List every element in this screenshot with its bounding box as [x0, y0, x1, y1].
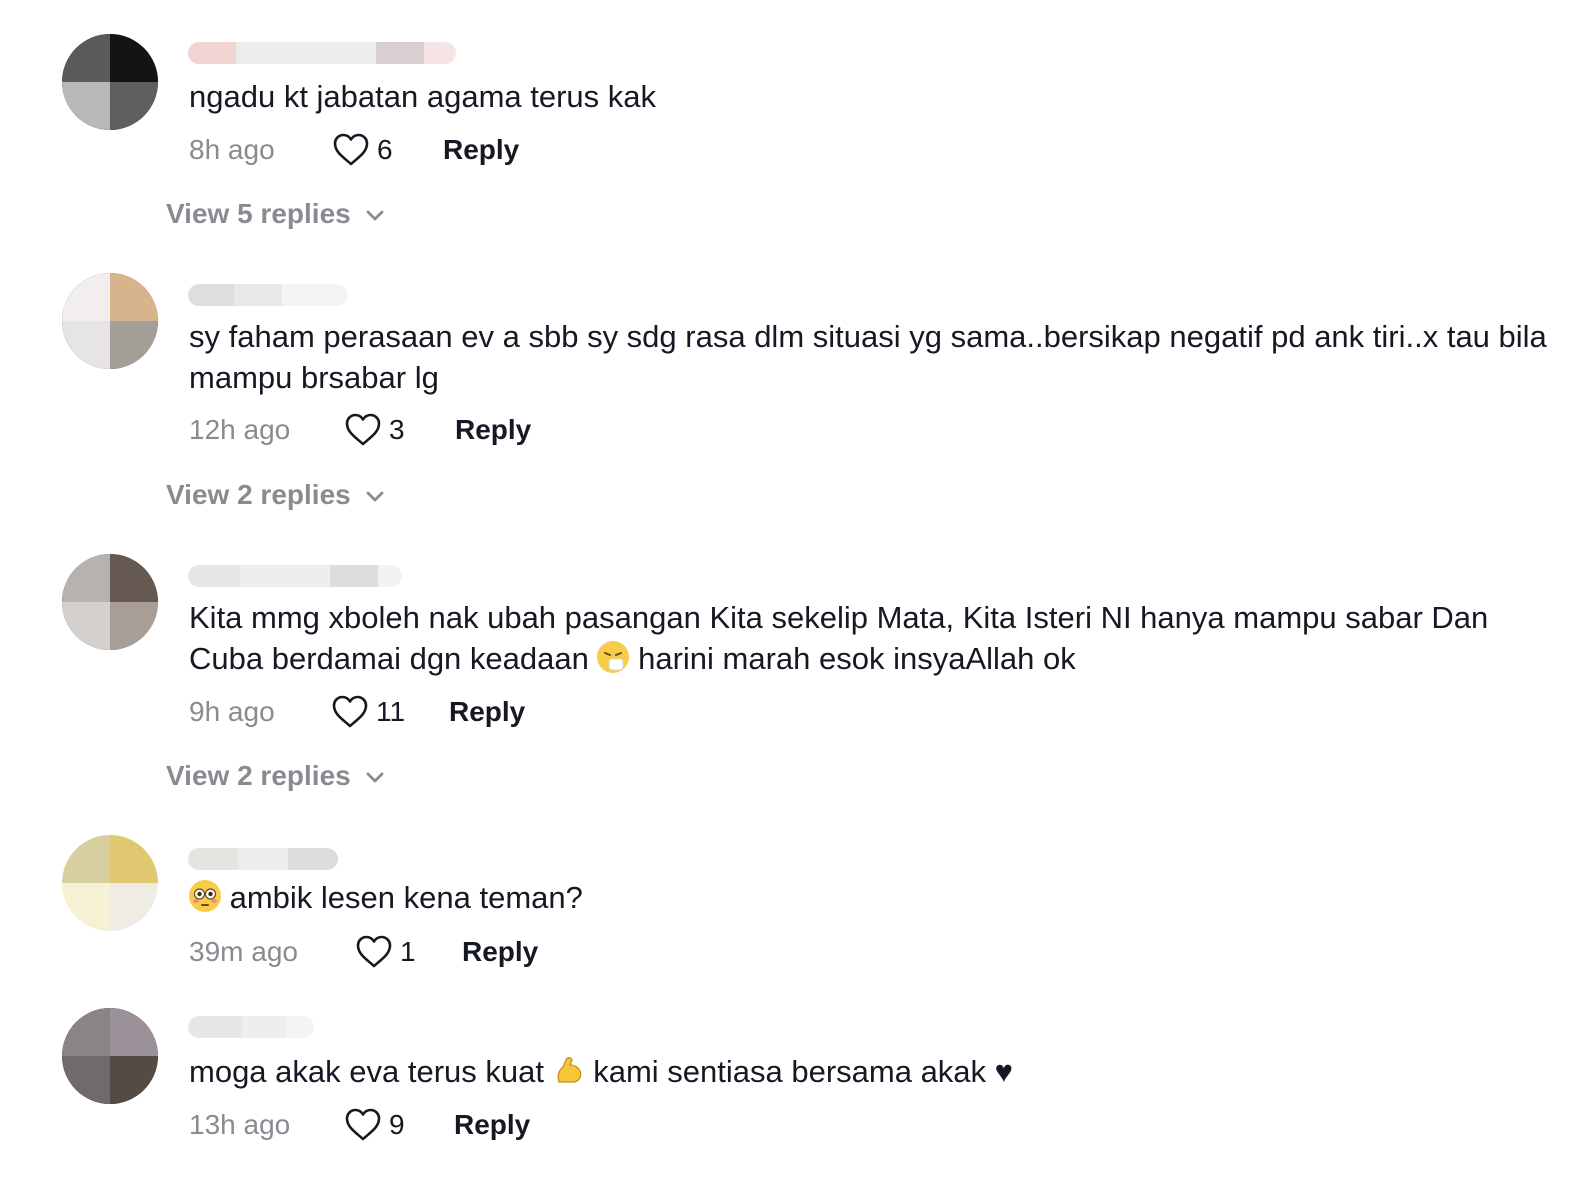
like-button[interactable]: 6 — [333, 133, 443, 167]
avatar-pixel — [62, 273, 110, 321]
comment-text: Kita mmg xboleh nak ubah pasangan Kita s… — [189, 597, 1559, 679]
view-replies-button[interactable]: View 2 replies — [166, 479, 385, 511]
avatar-pixel — [62, 835, 110, 883]
flushed-face-icon — [189, 880, 221, 912]
comment-meta: 13h ago 9 Reply — [189, 1105, 530, 1145]
avatar-pixel — [62, 883, 110, 931]
avatar-pixel — [110, 883, 158, 931]
username-redacted[interactable] — [188, 42, 456, 64]
like-count: 3 — [389, 414, 405, 445]
heart-icon — [332, 695, 368, 728]
heart-icon — [345, 1108, 381, 1141]
like-count: 1 — [400, 936, 416, 967]
avatar-pixel — [110, 835, 158, 883]
like-count: 9 — [389, 1109, 405, 1140]
avatar[interactable] — [62, 835, 158, 931]
avatar-pixel — [62, 602, 110, 650]
comment-meta: 39m ago 1 Reply — [189, 932, 538, 972]
avatar-pixel — [110, 1056, 158, 1104]
username-redacted[interactable] — [188, 565, 402, 587]
heart-icon — [345, 413, 381, 446]
comment-text-part: kami sentiasa bersama akak ♥ — [584, 1054, 1014, 1089]
comment-text-part: ambik lesen kena teman? — [221, 880, 583, 915]
avatar-pixel — [62, 82, 110, 130]
comment-meta: 12h ago 3 Reply — [189, 410, 531, 450]
avatar[interactable] — [62, 1008, 158, 1104]
sneezing-face-icon — [597, 641, 630, 673]
like-button[interactable]: 9 — [345, 1108, 454, 1142]
flexed-biceps-icon — [553, 1054, 585, 1086]
comment-time: 12h ago — [189, 414, 291, 445]
chevron-down-icon — [365, 198, 385, 230]
like-button[interactable]: 1 — [356, 935, 462, 969]
comment-text: ngadu kt jabatan agama terus kak — [189, 79, 657, 114]
username-redacted[interactable] — [188, 848, 338, 870]
avatar-pixel — [110, 554, 158, 602]
reply-button[interactable]: Reply — [449, 696, 525, 728]
avatar-pixel — [110, 1008, 158, 1056]
comment-time: 9h ago — [189, 696, 275, 727]
like-count: 6 — [377, 134, 393, 165]
avatar-pixel — [110, 82, 158, 130]
reply-button[interactable]: Reply — [454, 1109, 530, 1141]
avatar-pixel — [62, 321, 110, 369]
view-replies-button[interactable]: View 2 replies — [166, 760, 385, 792]
avatar[interactable] — [62, 273, 158, 369]
comment-meta: 8h ago 6 Reply — [189, 130, 519, 170]
view-replies-label: View 2 replies — [166, 479, 351, 510]
view-replies-button[interactable]: View 5 replies — [166, 198, 385, 230]
comment-time: 39m ago — [189, 936, 298, 967]
comment-text: sy faham perasaan ev a sbb sy sdg rasa d… — [189, 319, 1556, 395]
comment-meta: 9h ago 11 Reply — [189, 692, 525, 732]
avatar-pixel — [62, 1056, 110, 1104]
view-replies-label: View 2 replies — [166, 760, 351, 791]
like-button[interactable]: 11 — [332, 695, 449, 729]
heart-icon — [333, 133, 369, 166]
comment-text-part: harini marah esok insyaAllah ok — [629, 641, 1076, 676]
avatar-pixel — [110, 273, 158, 321]
like-button[interactable]: 3 — [345, 413, 455, 447]
comment-text-part: moga akak eva terus kuat — [189, 1054, 553, 1089]
avatar-pixel — [110, 602, 158, 650]
comment-time: 13h ago — [189, 1109, 291, 1140]
avatar-pixel — [62, 34, 110, 82]
reply-button[interactable]: Reply — [455, 414, 531, 446]
view-replies-label: View 5 replies — [166, 198, 351, 229]
avatar[interactable] — [62, 34, 158, 130]
like-count: 11 — [376, 696, 406, 727]
avatar-pixel — [62, 1008, 110, 1056]
heart-icon — [356, 935, 392, 968]
reply-button[interactable]: Reply — [462, 936, 538, 968]
username-redacted[interactable] — [188, 284, 348, 306]
comment-text: ambik lesen kena teman? — [189, 877, 1559, 918]
username-redacted[interactable] — [188, 1016, 314, 1038]
comment-time: 8h ago — [189, 134, 275, 165]
chevron-down-icon — [365, 760, 385, 792]
avatar-pixel — [62, 554, 110, 602]
avatar-pixel — [110, 321, 158, 369]
avatar[interactable] — [62, 554, 158, 650]
reply-button[interactable]: Reply — [443, 134, 519, 166]
comment-text: moga akak eva terus kuat kami sentiasa b… — [189, 1051, 1559, 1092]
avatar-pixel — [110, 34, 158, 82]
chevron-down-icon — [365, 479, 385, 511]
